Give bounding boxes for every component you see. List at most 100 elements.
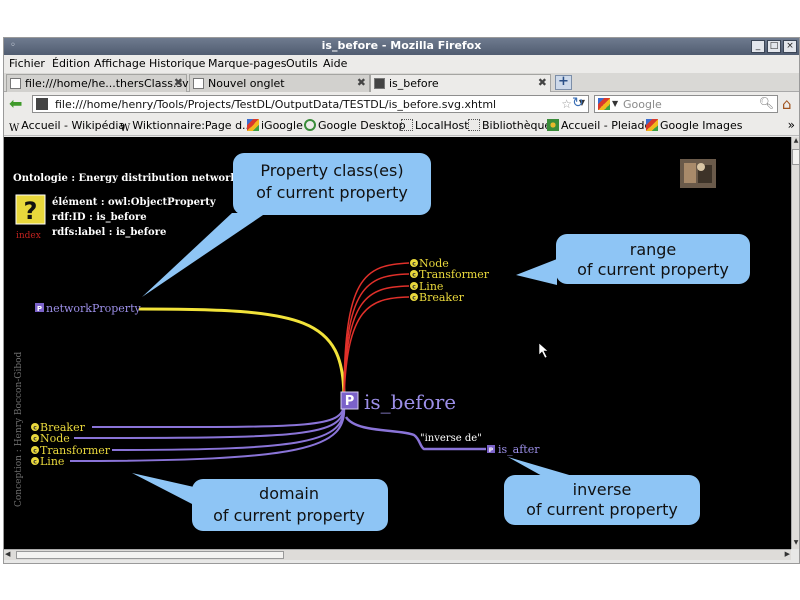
rdfs-label: rdfs:label : is_before xyxy=(52,227,166,238)
index-link[interactable]: index xyxy=(16,231,41,241)
class-badge-letter: c xyxy=(33,436,37,443)
domain-class-label: Line xyxy=(40,455,64,468)
element-type: élément : owl:ObjectProperty xyxy=(52,197,217,208)
reload-icon[interactable]: ↻ xyxy=(572,95,584,111)
callout-line: of current property xyxy=(213,506,365,525)
tab-is-before[interactable]: is_before ✖ xyxy=(370,74,551,93)
menu-marque-pages[interactable]: Marque-pages xyxy=(208,57,286,70)
google-icon xyxy=(646,119,658,131)
tab-thersclass[interactable]: file:///home/he...thersClass.svg ✖ xyxy=(6,74,196,92)
inverse-badge-letter: P xyxy=(489,447,494,454)
tab-nouvel-onglet[interactable]: Nouvel onglet ✖ xyxy=(189,74,370,92)
page-content: Ontologie : Energy distribution network … xyxy=(4,137,791,549)
chevron-right-icon[interactable]: » xyxy=(788,118,795,132)
callout-line: of current property xyxy=(526,500,678,519)
home-icon[interactable]: ⌂ xyxy=(782,95,792,113)
menu-aide[interactable]: Aide xyxy=(323,57,347,70)
credit-text: Conception : Henry Boccon-Gibod xyxy=(14,351,24,507)
tab-close-icon[interactable]: ✖ xyxy=(357,76,366,89)
menu-affichage[interactable]: Affichage xyxy=(94,57,146,70)
vertical-scrollbar[interactable]: ▲ ▼ xyxy=(791,137,799,549)
page-icon xyxy=(468,119,480,131)
bookmark-localhost[interactable]: LocalHost xyxy=(401,119,469,132)
callout-line: of current property xyxy=(256,183,408,202)
tab-label: is_before xyxy=(389,77,439,90)
search-icon[interactable]: 🔍︎ xyxy=(759,96,774,110)
callout-line: Property class(es) xyxy=(260,161,403,180)
bookmark-label: Wiktionnaire:Page d... xyxy=(132,119,253,132)
bookmarks-toolbar: W Accueil - Wikipédia W Wiktionnaire:Page … xyxy=(4,116,799,136)
browser-window: ◦ is_before - Mozilla Firefox _ □ × Fich… xyxy=(3,37,800,564)
range-class-node[interactable]: c Breaker xyxy=(410,291,465,304)
page-icon xyxy=(10,78,21,89)
menu-fichier[interactable]: Fichier xyxy=(9,57,45,70)
bookmark-label: LocalHost xyxy=(415,119,469,132)
google-icon[interactable] xyxy=(598,98,610,110)
search-placeholder[interactable]: Google xyxy=(623,98,662,111)
google-icon xyxy=(247,119,259,131)
menu-bar: Fichier Édition Affichage Historique Mar… xyxy=(4,55,799,73)
scroll-right-icon[interactable]: ▶ xyxy=(785,550,790,558)
help-glyph: ? xyxy=(24,197,38,225)
page-icon xyxy=(374,78,385,89)
pleiade-icon xyxy=(547,119,559,131)
back-arrow-icon[interactable]: ⬅ xyxy=(9,96,27,112)
range-class-label: Breaker xyxy=(419,291,465,304)
site-icon xyxy=(36,98,48,110)
horizontal-scrollbar[interactable]: ◀ ▶ xyxy=(4,549,791,560)
author-thumbnail xyxy=(680,159,716,188)
callout-line: domain xyxy=(259,484,319,503)
class-badge-letter: c xyxy=(412,284,416,291)
class-badge-letter: c xyxy=(33,459,37,466)
tab-close-icon[interactable]: ✖ xyxy=(538,76,547,89)
bookmark-label: Google Desktop xyxy=(318,119,406,132)
inverse-relation-label: "inverse de" xyxy=(420,433,482,444)
engine-dropdown-icon[interactable]: ▼ xyxy=(612,99,618,108)
class-badge-letter: c xyxy=(33,425,37,432)
bookmark-google-images[interactable]: Google Images xyxy=(646,119,742,132)
menu-edition[interactable]: Édition xyxy=(52,57,90,70)
center-property-label: is_before xyxy=(364,390,456,414)
parent-badge-letter: P xyxy=(37,305,42,313)
scroll-thumb[interactable] xyxy=(16,551,284,559)
tab-label: file:///home/he...thersClass.svg xyxy=(25,77,196,90)
bookmark-bibliotheque[interactable]: Bibliothèque xyxy=(468,119,551,132)
class-badge-letter: c xyxy=(412,261,416,268)
inverse-property-label[interactable]: is_after xyxy=(498,443,540,456)
url-text[interactable]: file:///home/henry/Tools/Projects/TestDL… xyxy=(55,98,496,111)
center-badge-letter: P xyxy=(345,394,355,409)
bookmark-wikipedia[interactable]: W Accueil - Wikipédia xyxy=(9,119,125,135)
bookmark-label: iGoogle xyxy=(261,119,303,132)
bookmark-igoogle[interactable]: iGoogle xyxy=(247,119,303,132)
close-button[interactable]: × xyxy=(783,40,797,53)
page-icon xyxy=(401,119,413,131)
bookmark-google-desktop[interactable]: Google Desktop xyxy=(304,119,406,132)
scroll-left-icon[interactable]: ◀ xyxy=(5,550,10,558)
google-desktop-icon xyxy=(304,119,316,131)
bookmark-pleiade[interactable]: Accueil - Pleiade xyxy=(547,119,651,132)
bookmark-wiktionnaire[interactable]: W Wiktionnaire:Page d... xyxy=(120,119,253,135)
window-title: is_before - Mozilla Firefox xyxy=(321,39,482,52)
ontology-graph: Ontologie : Energy distribution network … xyxy=(4,137,791,549)
callout-line: of current property xyxy=(577,260,729,279)
scroll-down-icon[interactable]: ▼ xyxy=(792,539,799,549)
tab-close-icon[interactable]: ✖ xyxy=(174,76,183,89)
minimize-button[interactable]: _ xyxy=(751,40,765,53)
parent-property-label[interactable]: networkProperty xyxy=(46,302,141,315)
scroll-thumb[interactable] xyxy=(792,149,799,165)
maximize-button[interactable]: □ xyxy=(767,40,781,53)
page-icon xyxy=(193,78,204,89)
bookmark-label: Bibliothèque xyxy=(482,119,552,132)
search-bar[interactable]: ▼ Google 🔍︎ xyxy=(594,95,778,113)
menu-historique[interactable]: Historique xyxy=(149,57,205,70)
title-bar[interactable]: ◦ is_before - Mozilla Firefox _ □ × xyxy=(4,38,799,55)
scroll-up-icon[interactable]: ▲ xyxy=(792,137,799,147)
bookmark-star-icon[interactable]: ☆ xyxy=(561,97,572,111)
navigation-bar: ⬅ file:///home/henry/Tools/Projects/Test… xyxy=(4,92,799,116)
new-tab-button[interactable]: + xyxy=(555,75,572,90)
tab-bar: file:///home/he...thersClass.svg ✖ Nouve… xyxy=(4,73,799,93)
callout-line: range xyxy=(630,240,677,259)
class-badge-letter: c xyxy=(412,272,416,279)
url-bar[interactable]: file:///home/henry/Tools/Projects/TestDL… xyxy=(32,95,589,113)
menu-outils[interactable]: Outils xyxy=(286,57,318,70)
